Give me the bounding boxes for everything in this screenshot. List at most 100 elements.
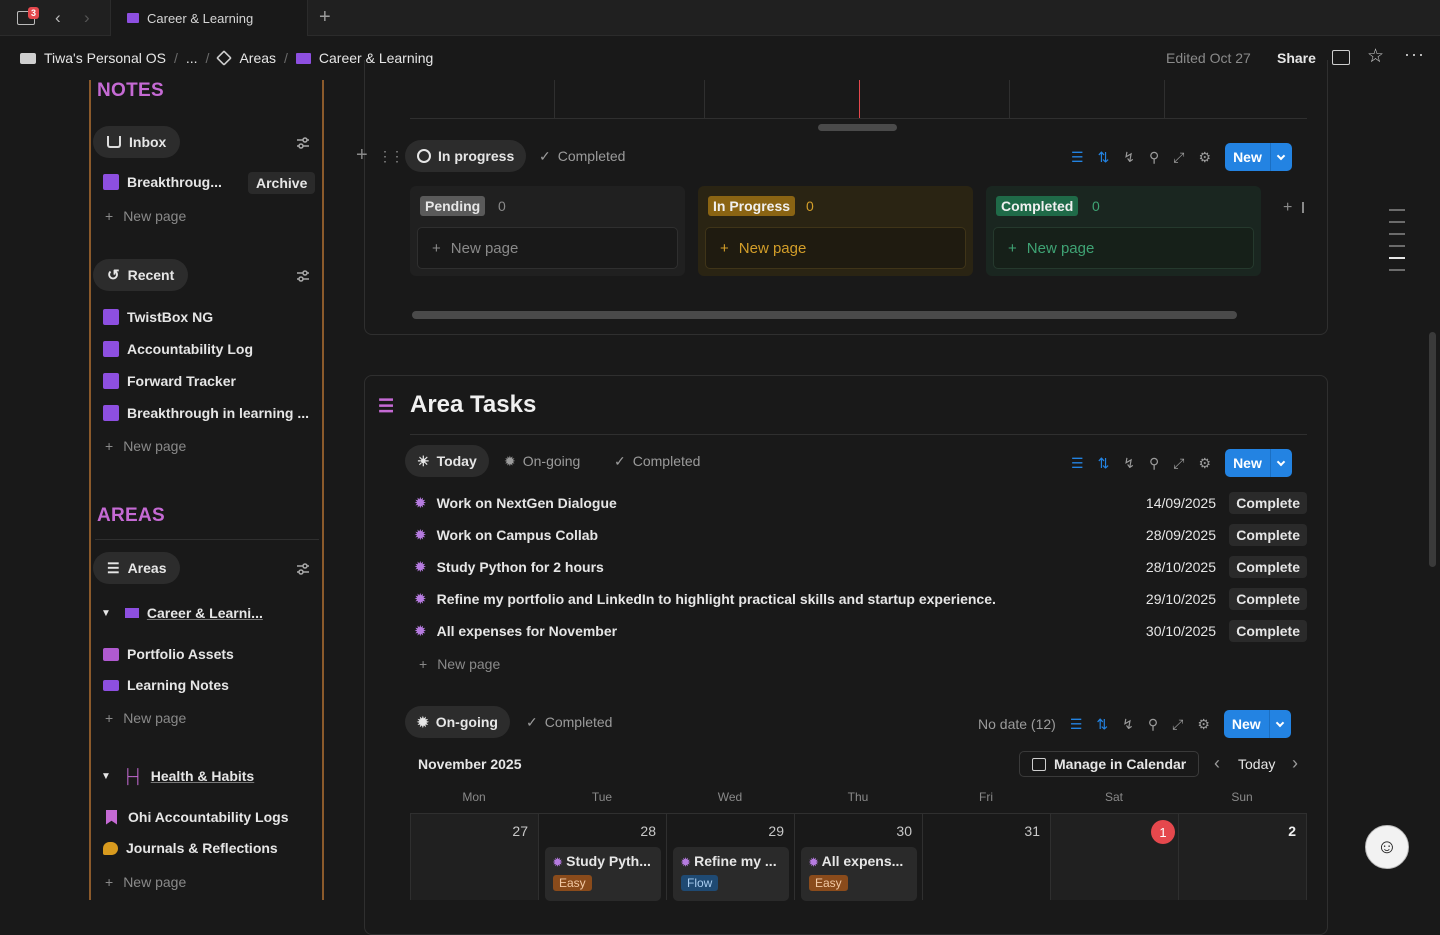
add-column-icon[interactable]: +: [1283, 199, 1292, 217]
settings-sliders-icon[interactable]: ⚙: [1199, 149, 1212, 166]
column-new-page-button[interactable]: + New page: [417, 227, 678, 269]
board-scrollbar[interactable]: [412, 311, 1237, 319]
new-button[interactable]: New: [1225, 143, 1292, 171]
tab-completed[interactable]: ✓ Completed: [602, 445, 712, 477]
calendar-day[interactable]: 1: [1050, 813, 1178, 900]
automation-icon[interactable]: ↯: [1122, 716, 1134, 733]
area-group-title: Health & Habits: [150, 768, 255, 784]
calendar-day[interactable]: 29 ✹ Refine my ... Flow: [666, 813, 794, 901]
search-icon[interactable]: ⚲: [1149, 455, 1159, 472]
tab-on-going[interactable]: ✹ On-going: [405, 706, 510, 738]
calendar-event[interactable]: ✹ All expens... Easy: [801, 847, 917, 901]
sort-icon[interactable]: ⇅: [1098, 455, 1110, 472]
expand-icon[interactable]: ⤢: [1173, 149, 1184, 166]
drag-handle-icon[interactable]: ⋮⋮: [378, 148, 404, 165]
more-icon[interactable]: ···: [1404, 44, 1425, 65]
calendar-event[interactable]: ✹ Study Pyth... Easy: [545, 847, 661, 901]
breadcrumb-ellipsis[interactable]: ...: [186, 50, 198, 66]
today-button[interactable]: Today: [1238, 756, 1275, 772]
side-panel-icon[interactable]: [1332, 50, 1350, 65]
recent-item[interactable]: TwistBox NG: [103, 309, 213, 325]
area-group-career[interactable]: ▼ Career & Learni...: [101, 605, 263, 621]
automation-icon[interactable]: ↯: [1123, 455, 1135, 472]
chevron-down-icon[interactable]: [1269, 449, 1292, 477]
settings-sliders-icon[interactable]: [296, 136, 310, 150]
task-row[interactable]: ✹ Refine my portfolio and LinkedIn to hi…: [414, 583, 1307, 615]
calendar-day[interactable]: 2: [1178, 813, 1307, 900]
new-page-button[interactable]: + New page: [105, 208, 186, 224]
tab-completed[interactable]: ✓ Completed: [514, 706, 624, 738]
filter-icon[interactable]: ☰: [1070, 716, 1083, 733]
task-row[interactable]: ✹ All expenses for November 30/10/2025 C…: [414, 615, 1307, 647]
chevron-down-icon[interactable]: [1268, 710, 1291, 738]
expand-icon[interactable]: ⤢: [1172, 716, 1183, 733]
plus-icon: +: [105, 874, 114, 890]
inbox-item[interactable]: Breakthroug...: [103, 174, 222, 190]
area-child-item[interactable]: Journals & Reflections: [103, 840, 278, 856]
tab-on-going[interactable]: ✹ On-going: [492, 445, 592, 477]
recent-item[interactable]: Breakthrough in learning ...: [103, 405, 309, 421]
calendar-event[interactable]: ✹ Refine my ... Flow: [673, 847, 789, 901]
new-tab-icon[interactable]: +: [319, 6, 331, 29]
new-button[interactable]: New: [1223, 710, 1291, 738]
settings-sliders-icon[interactable]: [296, 269, 310, 283]
prev-month-icon[interactable]: ‹: [1214, 753, 1220, 774]
filter-icon[interactable]: ☰: [1071, 455, 1084, 472]
filter-icon[interactable]: ☰: [1071, 149, 1084, 166]
search-icon[interactable]: ⚲: [1148, 716, 1158, 733]
calendar-day[interactable]: 31: [922, 813, 1050, 900]
calendar-day[interactable]: 30 ✹ All expens... Easy: [794, 813, 922, 901]
area-child-item[interactable]: Ohi Accountability Logs: [103, 809, 289, 825]
new-page-button[interactable]: + New page: [105, 874, 186, 890]
next-month-icon[interactable]: ›: [1292, 753, 1298, 774]
tab-completed[interactable]: ✓ Completed: [527, 140, 637, 172]
automation-icon[interactable]: ↯: [1123, 149, 1135, 166]
new-page-button[interactable]: + New page: [419, 656, 500, 672]
recent-item-label: Breakthrough in learning ...: [127, 405, 310, 421]
new-page-button[interactable]: + New page: [105, 710, 186, 726]
task-row[interactable]: ✹ Work on Campus Collab 28/09/2025 Compl…: [414, 519, 1307, 551]
recent-view-tab[interactable]: ↺ Recent: [93, 259, 189, 291]
sort-icon[interactable]: ⇅: [1098, 149, 1110, 166]
back-arrow-icon[interactable]: ‹: [55, 8, 61, 28]
breadcrumb-areas[interactable]: Areas: [216, 50, 276, 66]
star-icon[interactable]: ☆: [1367, 45, 1384, 68]
task-row[interactable]: ✹ Study Python for 2 hours 28/10/2025 Co…: [414, 551, 1307, 583]
tab-in-progress[interactable]: In progress: [405, 140, 527, 172]
new-button[interactable]: New: [1225, 449, 1292, 477]
assistant-avatar[interactable]: ☺: [1365, 825, 1409, 869]
settings-sliders-icon[interactable]: [296, 562, 310, 576]
chevron-down-icon[interactable]: [1269, 143, 1292, 171]
no-date-button[interactable]: No date (12): [978, 716, 1056, 732]
tab-career-learning[interactable]: Career & Learning: [110, 0, 308, 36]
divider: [410, 434, 1307, 435]
breadcrumb-workspace[interactable]: Tiwa's Personal OS: [20, 50, 166, 66]
timeline-scrollbar[interactable]: [818, 124, 897, 131]
face-icon: ☺: [1376, 835, 1398, 858]
area-child-item[interactable]: Learning Notes: [103, 677, 229, 693]
tab-today[interactable]: ☀ Today: [405, 445, 489, 477]
area-child-item[interactable]: Portfolio Assets: [103, 646, 234, 662]
column-new-page-button[interactable]: + New page: [993, 227, 1254, 269]
area-group-health[interactable]: ▼ ├┤ Health & Habits: [101, 768, 254, 784]
calendar-day[interactable]: 28 ✹ Study Pyth... Easy: [538, 813, 666, 901]
calendar-day[interactable]: 27: [410, 813, 538, 900]
settings-sliders-icon[interactable]: ⚙: [1199, 455, 1212, 472]
page-outline[interactable]: [1389, 209, 1405, 271]
forward-arrow-icon[interactable]: ›: [84, 8, 90, 28]
column-new-page-button[interactable]: + New page: [705, 227, 966, 269]
settings-sliders-icon[interactable]: ⚙: [1197, 716, 1210, 733]
inbox-view-tab[interactable]: Inbox: [93, 126, 181, 158]
task-date: 30/10/2025: [1145, 623, 1216, 639]
page-scrollbar[interactable]: [1429, 332, 1436, 567]
search-icon[interactable]: ⚲: [1149, 149, 1159, 166]
areas-view-tab[interactable]: ☰ Areas: [93, 552, 181, 584]
add-block-icon[interactable]: +: [356, 144, 368, 167]
task-row[interactable]: ✹ Work on NextGen Dialogue 14/09/2025 Co…: [414, 487, 1307, 519]
expand-icon[interactable]: ⤢: [1173, 455, 1184, 472]
recent-item[interactable]: Forward Tracker: [103, 373, 236, 389]
manage-in-calendar-button[interactable]: Manage in Calendar: [1019, 751, 1200, 777]
recent-item[interactable]: Accountability Log: [103, 341, 253, 357]
sort-icon[interactable]: ⇅: [1096, 716, 1108, 733]
new-page-button[interactable]: + New page: [105, 438, 186, 454]
